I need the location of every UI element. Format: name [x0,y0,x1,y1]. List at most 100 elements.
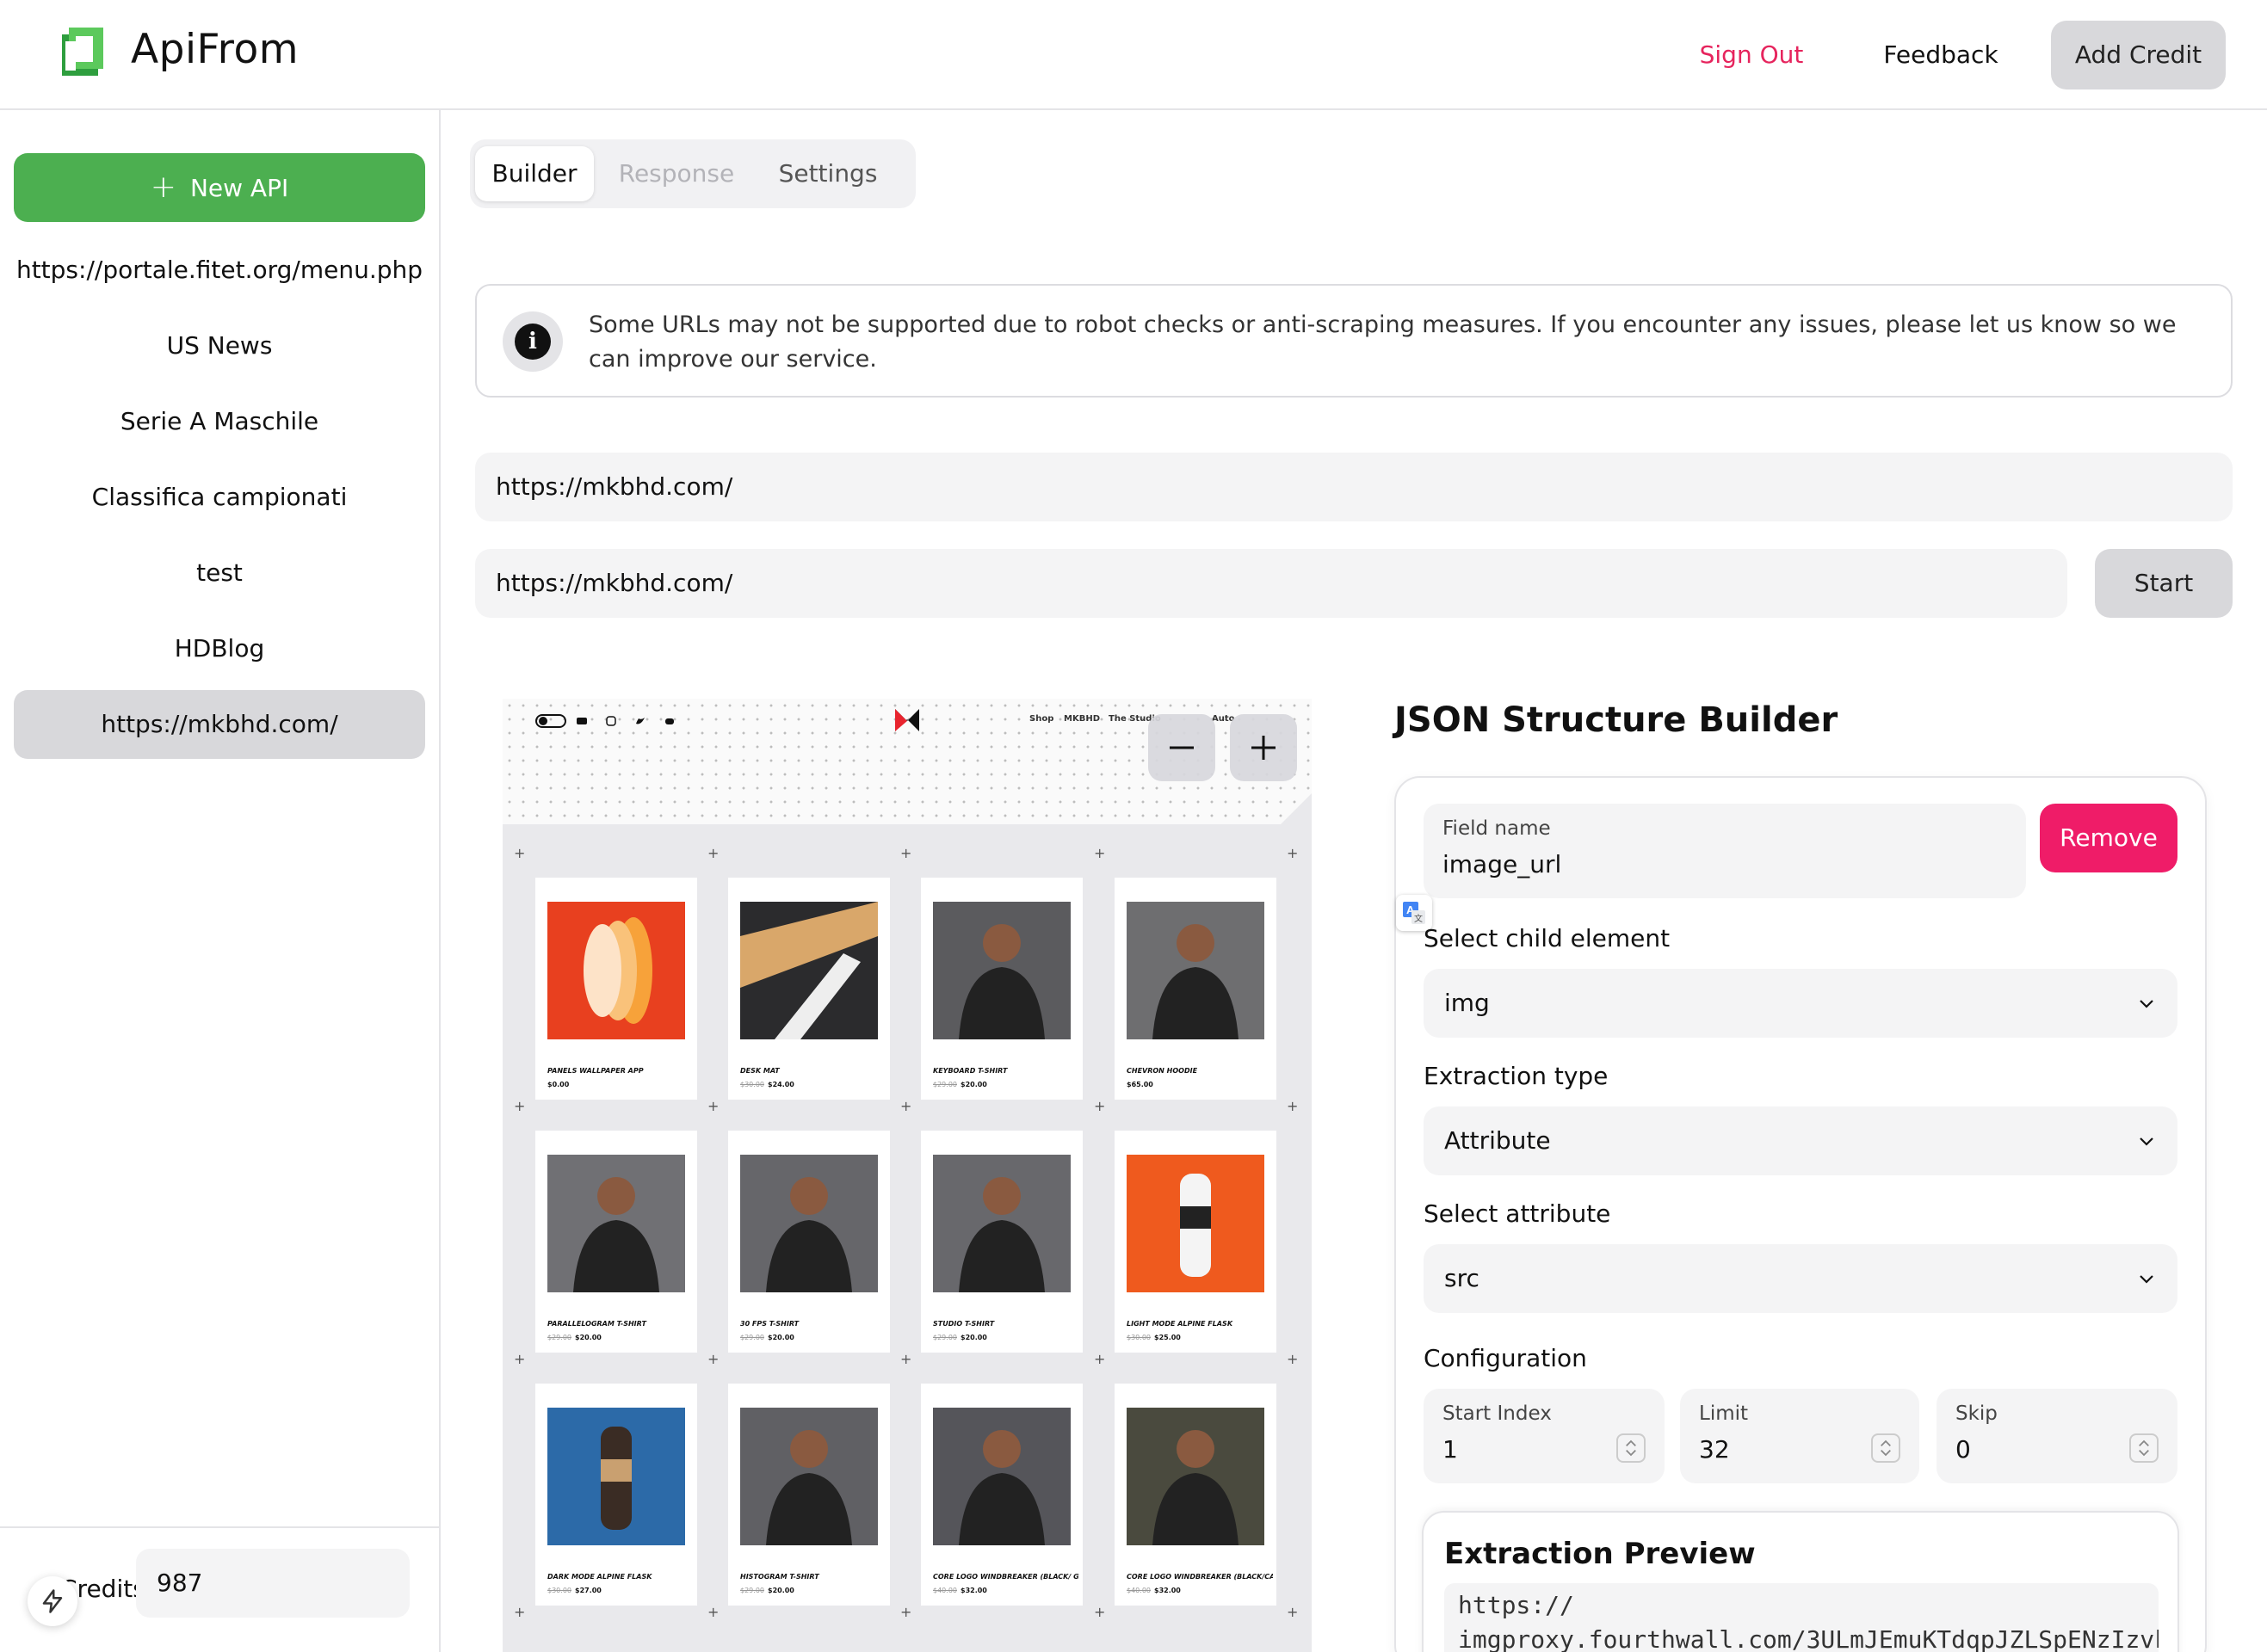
skip-label: Skip [1955,1402,1998,1425]
url-input-secondary[interactable]: https://mkbhd.com/ [475,549,2067,618]
youtube-icon [577,718,587,724]
sidebar-item-us-news[interactable]: US News [14,311,425,380]
start-button[interactable]: Start [2095,549,2233,618]
product-old-price: $29.00 [547,1334,571,1341]
zoom-in-button[interactable] [1230,714,1297,781]
product-old-price: $29.00 [740,1334,764,1341]
extraction-preview: Extraction Preview https:// imgproxy.fou… [1422,1511,2179,1652]
product-current-price: $20.00 [961,1334,987,1341]
grid-marker-icon: + [514,845,526,861]
preview-divider [1277,793,1312,828]
stepper-icon[interactable] [1616,1433,1646,1463]
field-name-label: Field name [1442,817,1551,840]
product-card[interactable]: DESK MAT $30.00 $24.00 [728,878,890,1100]
product-name: CORE LOGO WINDBREAKER (BLACK/CAMO) [1127,1573,1273,1581]
grid-marker-icon: + [707,845,720,861]
attribute-select[interactable]: src [1424,1244,2177,1313]
product-price: $29.00 $20.00 [933,1081,987,1088]
product-price: $29.00 $20.00 [547,1334,602,1341]
extraction-type-label: Extraction type [1424,1062,1609,1090]
grid-marker-icon: + [900,1351,912,1367]
product-current-price: $32.00 [961,1587,987,1594]
sidebar-item-hdblog[interactable]: HDBlog [14,614,425,683]
tab-response[interactable]: Response [608,146,745,201]
product-name: LIGHT MODE ALPINE FLASK [1127,1320,1233,1328]
product-current-price: $20.00 [768,1587,794,1594]
remove-button[interactable]: Remove [2040,804,2177,872]
limit-value: 32 [1699,1435,1730,1464]
start-index-label: Start Index [1442,1402,1552,1425]
product-card[interactable]: CHEVRON HOODIE $65.00 [1115,878,1276,1100]
product-current-price: $20.00 [768,1334,794,1341]
product-card[interactable]: LIGHT MODE ALPINE FLASK $30.00 $25.00 [1115,1131,1276,1353]
product-card[interactable]: HISTOGRAM T-SHIRT $29.00 $20.00 [728,1384,890,1606]
url-input[interactable]: https://mkbhd.com/ [475,453,2233,521]
sidebar-item-classifica[interactable]: Classifica campionati [14,463,425,532]
chevron-down-icon [2140,1137,2153,1146]
product-current-price: $20.00 [575,1334,602,1341]
product-old-price: $30.00 [740,1081,764,1088]
product-image [740,1408,878,1545]
grid-marker-icon: + [514,1604,526,1620]
new-api-button[interactable]: + New API [14,153,425,222]
product-card[interactable]: PARALLELOGRAM T-SHIRT $29.00 $20.00 [535,1131,697,1353]
grid-marker-icon: + [1094,1604,1106,1620]
product-card[interactable]: STUDIO T-SHIRT $29.00 $20.00 [921,1131,1083,1353]
attribute-label: Select attribute [1424,1199,1611,1228]
skip-value: 0 [1955,1435,1971,1464]
product-price: $30.00 $25.00 [1127,1334,1181,1341]
stepper-icon[interactable] [1871,1433,1900,1463]
limit-input[interactable]: Limit 32 [1680,1389,1919,1483]
skip-input[interactable]: Skip 0 [1937,1389,2177,1483]
product-card[interactable]: PANELS WALLPAPER APP $0.00 [535,878,697,1100]
product-name: DESK MAT [740,1067,780,1075]
preview-code-line: https:// [1458,1591,1574,1619]
start-index-input[interactable]: Start Index 1 [1424,1389,1665,1483]
feedback-button[interactable]: Feedback [1868,21,2014,89]
grid-marker-icon: + [514,1351,526,1367]
extraction-type-select[interactable]: Attribute [1424,1106,2177,1175]
product-card[interactable]: CORE LOGO WINDBREAKER (BLACK/CAMO) $40.00… [1115,1384,1276,1606]
product-name: KEYBOARD T-SHIRT [933,1067,1008,1075]
stepper-icon[interactable] [2129,1433,2159,1463]
page-preview[interactable]: Shop MKBHD The Studio Auto PANELS WALLPA… [503,699,1312,1652]
sidebar-item-fitet[interactable]: https://portale.fitet.org/menu.php [14,236,425,305]
product-price: $30.00 $24.00 [740,1081,794,1088]
child-element-select[interactable]: img [1424,969,2177,1038]
extraction-preview-title: Extraction Preview [1444,1537,1756,1571]
product-current-price: $32.00 [1154,1587,1181,1594]
product-name: DARK MODE ALPINE FLASK [547,1573,652,1581]
grid-marker-icon: + [1287,1604,1299,1620]
limit-label: Limit [1699,1402,1749,1425]
extraction-preview-code: https:// imgproxy.fourthwall.com/3ULmJEm… [1444,1583,2159,1652]
product-price: $29.00 $20.00 [933,1334,987,1341]
product-old-price: $30.00 [1127,1334,1151,1341]
sidebar-item-serie-a[interactable]: Serie A Maschile [14,387,425,456]
sign-out-button[interactable]: Sign Out [1687,21,1816,89]
child-element-value: img [1444,989,1490,1017]
mkbhd-logo-icon [895,709,919,731]
sidebar-item-mkbhd[interactable]: https://mkbhd.com/ [14,690,425,759]
product-price: $30.00 $27.00 [547,1587,602,1594]
theme-toggle-icon [535,714,566,728]
add-credit-button[interactable]: Add Credit [2051,21,2226,89]
chevron-down-icon [2140,1275,2153,1284]
product-old-price: $29.00 [933,1334,957,1341]
product-old-price: $29.00 [740,1587,764,1594]
grid-marker-icon: + [707,1351,720,1367]
tab-settings[interactable]: Settings [754,146,902,201]
grid-marker-icon: + [1094,1351,1106,1367]
svg-text:文: 文 [1414,913,1423,924]
tab-builder[interactable]: Builder [475,146,594,201]
bolt-icon[interactable] [28,1576,77,1626]
discord-icon [665,718,674,724]
sidebar-item-test[interactable]: test [14,539,425,607]
field-name-input[interactable]: Field name image_url [1424,804,2026,898]
product-card[interactable]: CORE LOGO WINDBREAKER (BLACK/ GRAPHITE) $… [921,1384,1083,1606]
product-card[interactable]: KEYBOARD T-SHIRT $29.00 $20.00 [921,878,1083,1100]
product-card[interactable]: DARK MODE ALPINE FLASK $30.00 $27.00 [535,1384,697,1606]
product-card[interactable]: 30 FPS T-SHIRT $29.00 $20.00 [728,1131,890,1353]
grid-marker-icon: + [900,1604,912,1620]
zoom-out-button[interactable] [1148,714,1215,781]
product-old-price: $40.00 [1127,1587,1151,1594]
